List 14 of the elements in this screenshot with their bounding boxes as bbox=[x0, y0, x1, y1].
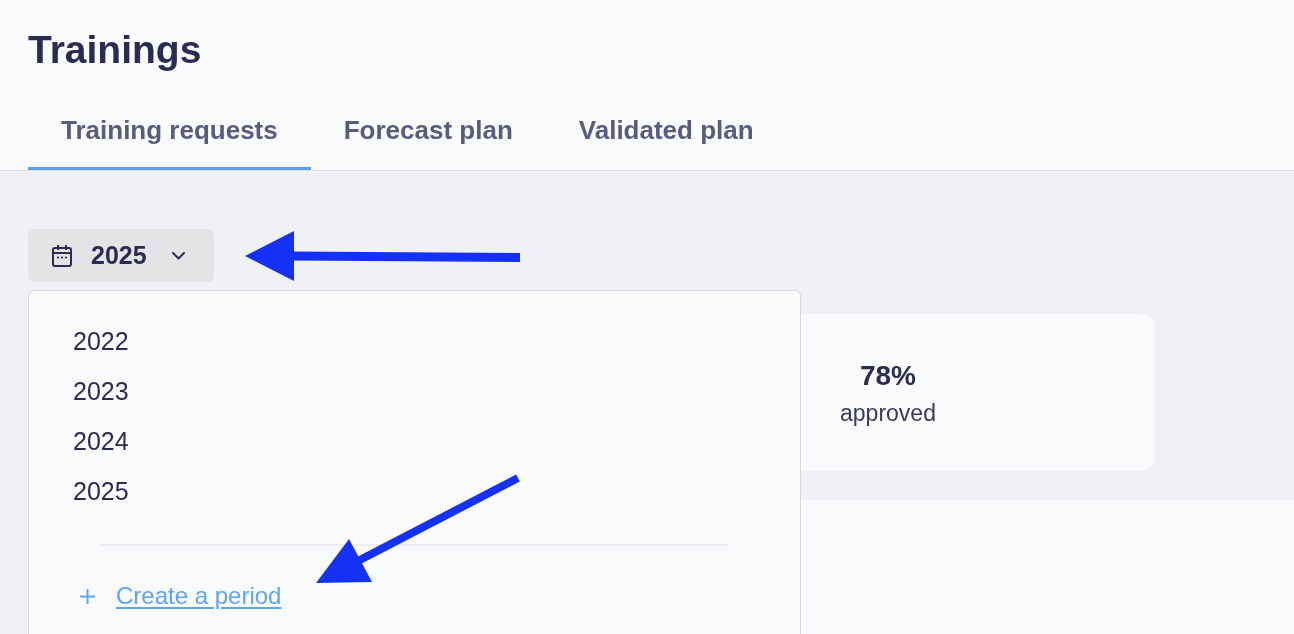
stat-label: approved bbox=[840, 399, 936, 426]
chevron-down-icon bbox=[171, 251, 185, 260]
period-option[interactable]: 2023 bbox=[29, 366, 135, 416]
plus-icon bbox=[80, 588, 95, 604]
period-option[interactable]: 2025 bbox=[29, 466, 135, 516]
period-option[interactable]: 2022 bbox=[29, 316, 135, 366]
period-selector[interactable]: 2025 bbox=[28, 229, 214, 282]
tab[interactable]: Forecast plan bbox=[310, 100, 546, 170]
page-title: Trainings bbox=[28, 28, 202, 72]
tab[interactable]: Training requests bbox=[28, 100, 311, 170]
calendar-icon bbox=[52, 244, 72, 267]
period-option[interactable]: 2024 bbox=[29, 416, 135, 466]
tab[interactable]: Validated plan bbox=[545, 100, 787, 170]
stat-value: 78% bbox=[859, 359, 916, 392]
